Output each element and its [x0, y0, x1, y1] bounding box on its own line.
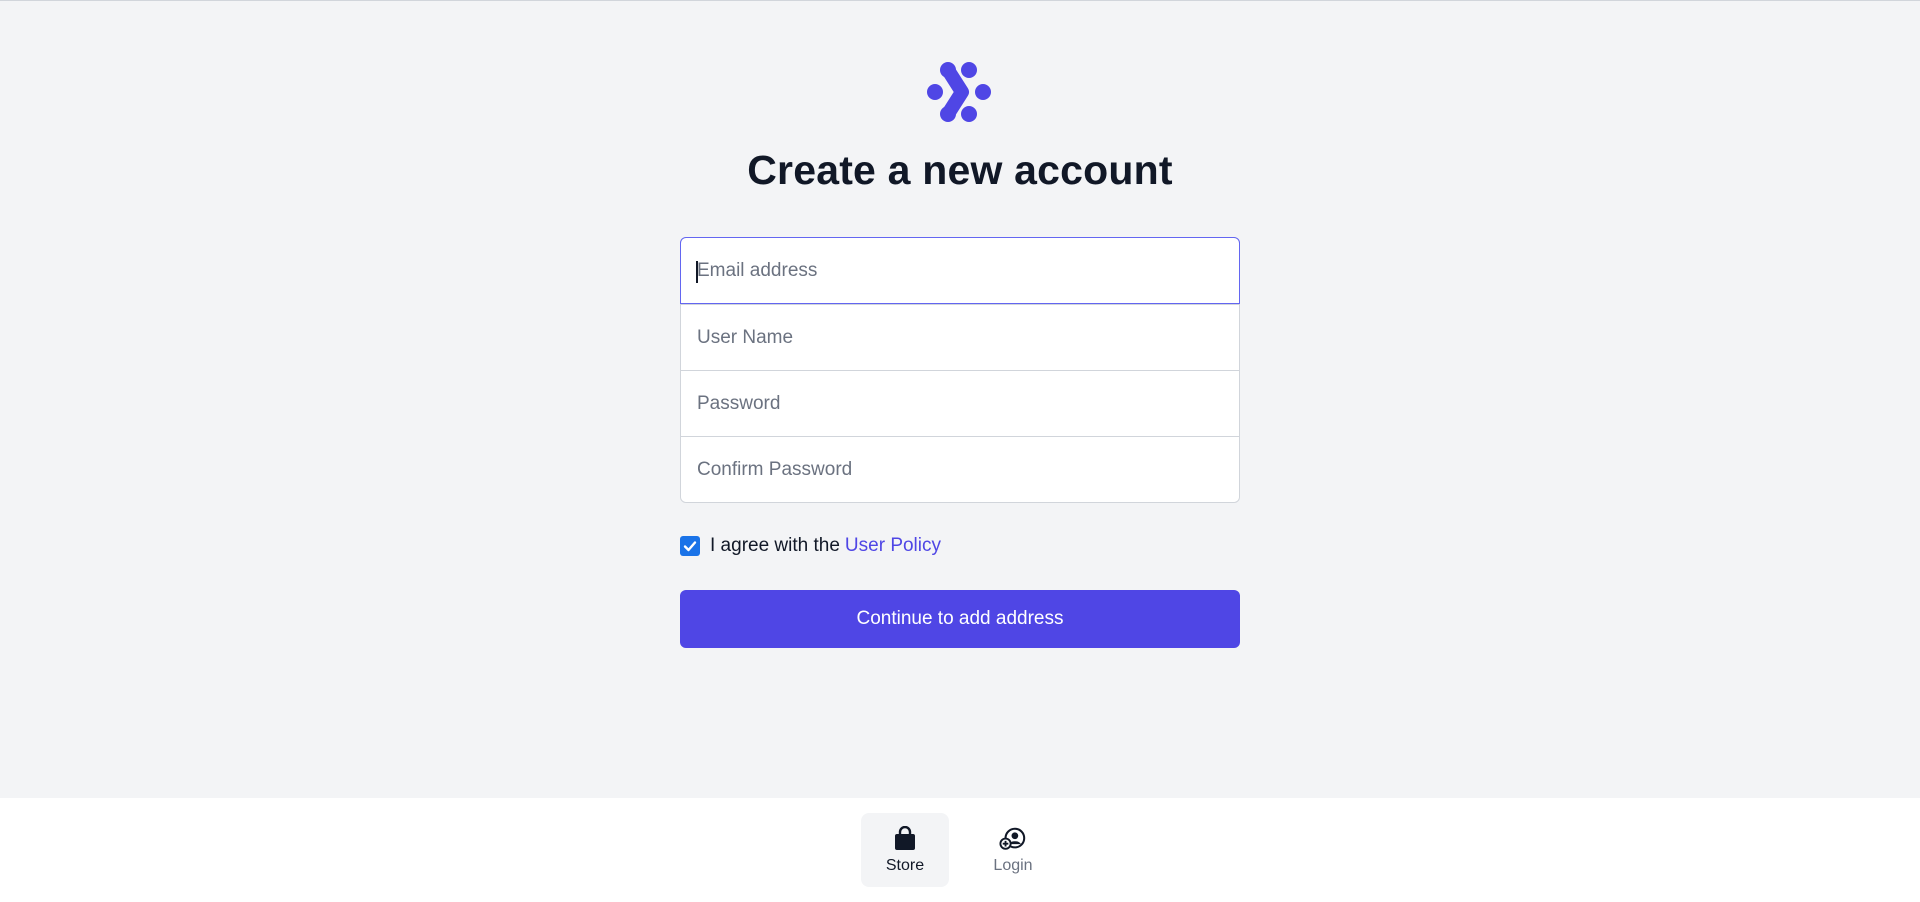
agree-label: I agree with the — [710, 535, 840, 556]
nav-label-login: Login — [993, 857, 1033, 874]
nav-item-store[interactable]: Store — [861, 813, 949, 887]
page-title: Create a new account — [747, 147, 1173, 193]
signup-form — [680, 237, 1240, 503]
nav-label-store: Store — [885, 857, 925, 874]
text-caret — [696, 261, 698, 283]
username-field[interactable] — [681, 304, 1239, 370]
shopping-bag-icon — [891, 825, 919, 853]
password-field[interactable] — [681, 370, 1239, 436]
email-field[interactable] — [680, 237, 1240, 304]
user-add-icon — [999, 825, 1027, 853]
agree-row: I agree with the User Policy — [680, 535, 941, 557]
confirm-password-field[interactable] — [681, 436, 1239, 502]
checkmark-icon — [683, 541, 697, 552]
agree-checkbox[interactable] — [680, 536, 700, 556]
continue-button[interactable]: Continue to add address — [680, 590, 1240, 648]
logo-icon — [927, 62, 991, 122]
bottom-nav: Store Login — [0, 798, 1920, 902]
nav-item-login[interactable]: Login — [969, 813, 1057, 887]
page-background: Create a new account I agree with the Us… — [0, 0, 1920, 798]
user-policy-link[interactable]: User Policy — [845, 535, 941, 557]
